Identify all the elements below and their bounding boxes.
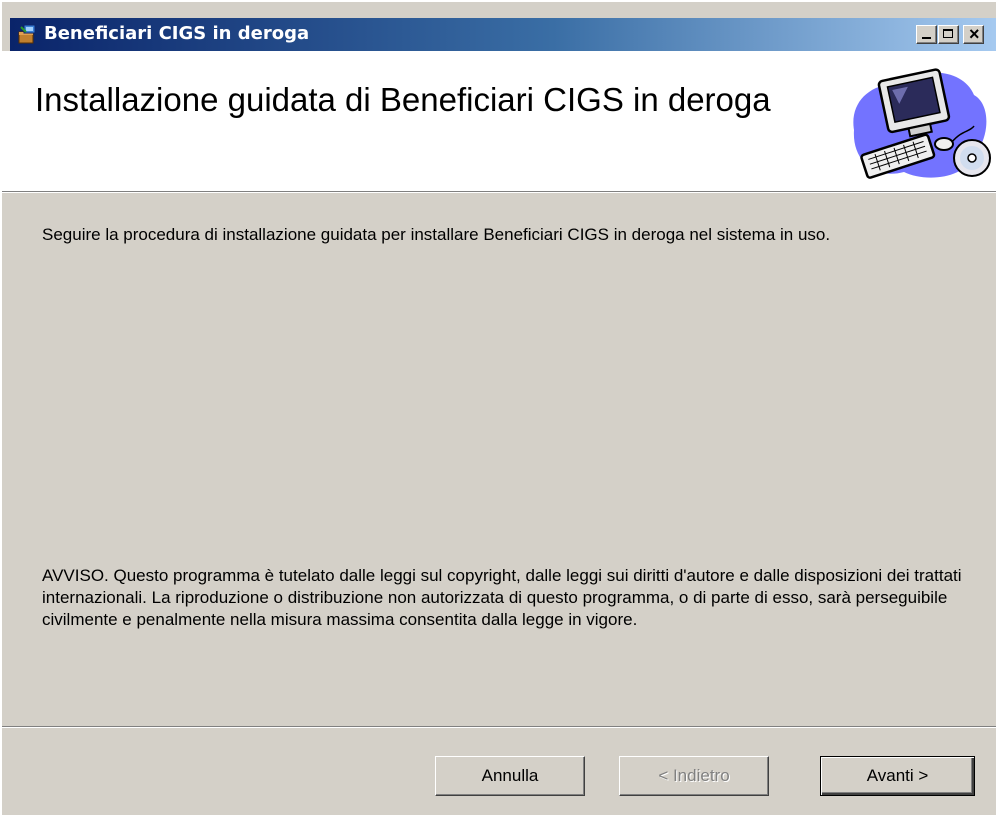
title-bar[interactable]: Beneficiari CIGS in deroga × bbox=[10, 18, 996, 51]
intro-text: Seguire la procedura di installazione gu… bbox=[42, 225, 831, 244]
maximize-button[interactable] bbox=[938, 25, 959, 44]
banner-divider bbox=[2, 192, 996, 193]
installer-window: Beneficiari CIGS in deroga × Installazio… bbox=[0, 0, 996, 815]
window-title: Beneficiari CIGS in deroga bbox=[44, 23, 310, 44]
back-button[interactable]: < Indietro bbox=[619, 756, 769, 796]
page-title: Installazione guidata di Beneficiari CIG… bbox=[35, 81, 771, 118]
minimize-button[interactable] bbox=[916, 25, 937, 44]
button-area-divider-highlight bbox=[2, 727, 996, 728]
cancel-button[interactable]: Annulla bbox=[435, 756, 585, 796]
close-button[interactable]: × bbox=[963, 25, 984, 44]
close-icon: × bbox=[969, 24, 980, 44]
copyright-notice: AVVISO. Questo programma è tutelato dall… bbox=[42, 566, 962, 629]
next-button[interactable]: Avanti > bbox=[820, 756, 975, 796]
computer-with-cd-icon bbox=[853, 68, 991, 179]
installer-package-icon bbox=[18, 24, 36, 44]
maximize-icon bbox=[943, 29, 953, 38]
minimize-icon bbox=[922, 37, 931, 39]
